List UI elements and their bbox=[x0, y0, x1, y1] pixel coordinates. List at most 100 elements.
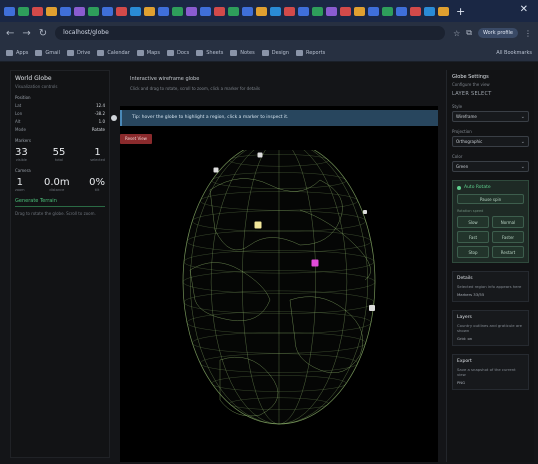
bookmark-item[interactable]: Apps bbox=[6, 49, 29, 56]
marker-white[interactable] bbox=[257, 152, 263, 158]
position-row: Lat 12.4 bbox=[15, 103, 105, 108]
right-subtitle: Configure the view bbox=[452, 82, 490, 87]
stat-item: 33 visible bbox=[15, 147, 28, 162]
speed-button[interactable]: Normal bbox=[492, 216, 524, 228]
speed-button[interactable]: Restart bbox=[492, 246, 524, 258]
bookmark-label: Apps bbox=[16, 49, 29, 56]
marker-yellow[interactable] bbox=[254, 221, 262, 229]
info-header: Interactive wireframe globe Click and dr… bbox=[120, 70, 438, 106]
stat-label: distance bbox=[49, 188, 65, 192]
tab-favicon-icon[interactable] bbox=[424, 6, 435, 16]
all-bookmarks-button[interactable]: All Bookmarks bbox=[496, 50, 532, 56]
settings-select[interactable]: Green ⌄ bbox=[452, 161, 529, 172]
marker-white[interactable] bbox=[363, 210, 367, 214]
tab-favicon-icon[interactable] bbox=[438, 6, 449, 16]
bookmark-icon bbox=[97, 49, 105, 56]
tab-favicon-icon[interactable] bbox=[74, 6, 85, 16]
tab-favicon-icon[interactable] bbox=[102, 6, 113, 16]
card-body: Save a snapshot of the current view bbox=[457, 367, 516, 377]
pause-spin-button[interactable]: Pause spin bbox=[457, 194, 524, 204]
tab-favicon-icon[interactable] bbox=[186, 6, 197, 16]
position-label: Position bbox=[15, 95, 31, 100]
bookmark-item[interactable]: Sheets bbox=[196, 49, 224, 56]
bookmark-item[interactable]: Docs bbox=[166, 49, 190, 56]
forward-icon[interactable]: → bbox=[22, 28, 30, 39]
tab-favicon-icon[interactable] bbox=[298, 6, 309, 16]
tab-favicon-icon[interactable] bbox=[270, 6, 281, 16]
tab-favicon-icon[interactable] bbox=[214, 6, 225, 16]
tab-favicon-icon[interactable] bbox=[228, 6, 239, 16]
bookmark-item[interactable]: Calendar bbox=[97, 49, 130, 56]
tab-favicon-icon[interactable] bbox=[340, 6, 351, 16]
tab-favicon-icon[interactable] bbox=[354, 6, 365, 16]
menu-icon[interactable]: ⋮ bbox=[524, 29, 532, 38]
stat-item: 1 selected bbox=[90, 147, 105, 162]
info-cards: Details Selected region info appears here… bbox=[452, 271, 529, 390]
row-value: 12.4 bbox=[96, 103, 105, 108]
tab-favicon-icon[interactable] bbox=[60, 6, 71, 16]
position-row: Mode Rotate bbox=[15, 127, 105, 132]
hint-bullet-icon bbox=[111, 115, 117, 121]
bookmark-item[interactable]: Design bbox=[261, 49, 289, 56]
bookmark-item[interactable]: Maps bbox=[136, 49, 160, 56]
tab-favicon-icon[interactable] bbox=[46, 6, 57, 16]
bookmark-label: Maps bbox=[146, 49, 160, 56]
profile-button[interactable]: Work profile bbox=[477, 28, 518, 38]
tab-favicon-icon[interactable] bbox=[312, 6, 323, 16]
stat-label: tilt bbox=[94, 188, 100, 192]
extensions-icon[interactable]: ⧉ bbox=[466, 28, 472, 38]
tab-favicon-icon[interactable] bbox=[4, 6, 15, 16]
globe-viewport[interactable]: Interactive wireframe globe Click and dr… bbox=[111, 70, 438, 462]
back-icon[interactable]: ← bbox=[6, 28, 14, 39]
speed-button[interactable]: Fast bbox=[457, 231, 489, 243]
tab-favicon-icon[interactable] bbox=[88, 6, 99, 16]
stat-number: 0.0m bbox=[44, 177, 70, 188]
marker-white[interactable] bbox=[369, 305, 375, 311]
tab-favicon-icon[interactable] bbox=[200, 6, 211, 16]
tab-favicon-icon[interactable] bbox=[18, 6, 29, 16]
star-icon[interactable]: ☆ bbox=[453, 29, 460, 38]
bookmark-item[interactable]: Drive bbox=[66, 49, 90, 56]
tab-favicon-icon[interactable] bbox=[326, 6, 337, 16]
tab-favicon-icon[interactable] bbox=[158, 6, 169, 16]
bookmark-item[interactable]: Notes bbox=[230, 49, 255, 56]
reset-view-button[interactable]: Reset View bbox=[120, 134, 152, 144]
position-row: Lon -38.2 bbox=[15, 111, 105, 116]
bookmark-item[interactable]: Gmail bbox=[35, 49, 60, 56]
settings-select[interactable]: Wireframe ⌄ bbox=[452, 111, 529, 122]
new-tab-button[interactable]: + bbox=[456, 5, 465, 18]
row-value: Rotate bbox=[91, 127, 105, 132]
settings-select[interactable]: Orthographic ⌄ bbox=[452, 136, 529, 147]
tab-favicon-icon[interactable] bbox=[144, 6, 155, 16]
url-input[interactable]: localhost/globe bbox=[55, 26, 446, 40]
tab-favicon-icon[interactable] bbox=[256, 6, 267, 16]
tab-favicon-icon[interactable] bbox=[242, 6, 253, 16]
row-key: Lon bbox=[15, 111, 23, 116]
speed-button[interactable]: Stop bbox=[457, 246, 489, 258]
marker-magenta[interactable] bbox=[311, 259, 319, 267]
reload-icon[interactable]: ↻ bbox=[39, 28, 47, 39]
marker-white[interactable] bbox=[213, 167, 219, 173]
bookmark-item[interactable]: Reports bbox=[296, 49, 325, 56]
bookmarks-bar: Apps Gmail Drive Calendar Maps Docs Sheets Note… bbox=[0, 44, 538, 62]
tab-favicon-icon[interactable] bbox=[130, 6, 141, 16]
bookmark-icon bbox=[6, 49, 13, 56]
tab-favicon-icon[interactable] bbox=[410, 6, 421, 16]
generate-terrain-button[interactable]: Generate Terrain bbox=[15, 198, 105, 207]
row-value: 1.0 bbox=[98, 119, 105, 124]
tab-favicon-icon[interactable] bbox=[396, 6, 407, 16]
speed-button[interactable]: Faster bbox=[492, 231, 524, 243]
tab-favicon-icon[interactable] bbox=[116, 6, 127, 16]
card-title: Layers bbox=[457, 315, 472, 320]
bookmark-label: Sheets bbox=[206, 49, 224, 56]
window-close-icon[interactable]: ✕ bbox=[520, 4, 528, 15]
address-bar: ← → ↻ localhost/globe ☆ ⧉ Work profile ⋮ bbox=[0, 22, 538, 44]
speed-button[interactable]: Slow bbox=[457, 216, 489, 228]
tab-favicon-icon[interactable] bbox=[32, 6, 43, 16]
tab-favicon-icon[interactable] bbox=[284, 6, 295, 16]
globe-canvas[interactable] bbox=[120, 150, 438, 462]
tab-favicon-icon[interactable] bbox=[368, 6, 379, 16]
tab-favicon-icon[interactable] bbox=[382, 6, 393, 16]
tab-favicon-icon[interactable] bbox=[172, 6, 183, 16]
bookmark-label: Docs bbox=[176, 49, 190, 56]
